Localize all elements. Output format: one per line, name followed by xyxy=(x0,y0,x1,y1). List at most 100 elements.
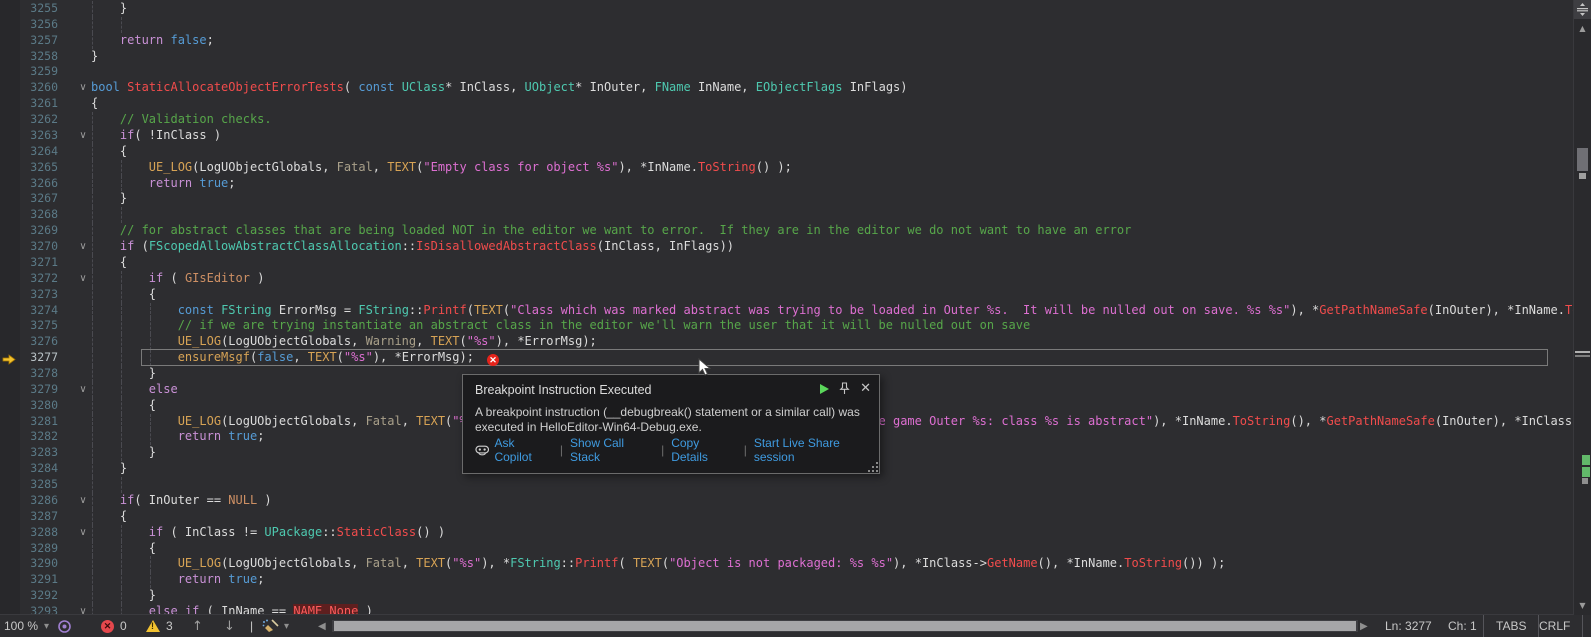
mouse-cursor-icon xyxy=(698,358,711,377)
line-ending-toggle[interactable]: CRLF xyxy=(1527,615,1583,637)
code-token xyxy=(214,303,221,317)
start-live-share-link[interactable]: Start Live Share session xyxy=(754,436,879,464)
vertical-scrollbar-thumb[interactable] xyxy=(1577,148,1588,171)
code-line[interactable]: 3292 } xyxy=(0,588,1574,604)
code-line[interactable]: 3269 // for abstract classes that are be… xyxy=(0,223,1574,239)
code-line[interactable]: 3262 // Validation checks. xyxy=(0,112,1574,128)
code-line[interactable]: 3261{ xyxy=(0,96,1574,112)
code-line[interactable]: 3268 xyxy=(0,207,1574,223)
collapse-chevron-icon[interactable]: ∨ xyxy=(76,239,90,255)
code-line[interactable]: 3264 { xyxy=(0,144,1574,160)
code-line[interactable]: 3287 { xyxy=(0,509,1574,525)
code-token xyxy=(394,80,401,94)
previous-issue-button[interactable]: ↑ xyxy=(192,615,203,637)
zoom-control[interactable]: 100 % ▾ xyxy=(4,615,49,637)
code-line[interactable]: 3265 UE_LOG(LogUObjectGlobals, Fatal, TE… xyxy=(0,160,1574,176)
code-line[interactable]: 3256 xyxy=(0,17,1574,33)
code-line[interactable]: 3274 const FString ErrorMsg = FString::P… xyxy=(0,303,1574,319)
code-line[interactable]: 3285 xyxy=(0,477,1574,493)
code-line[interactable]: 3276 UE_LOG(LogUObjectGlobals, Warning, … xyxy=(0,334,1574,350)
code-token: ; xyxy=(257,429,264,443)
code-text: { xyxy=(91,144,127,160)
breakpoint-error-icon[interactable]: ✕ xyxy=(487,354,499,366)
collapse-chevron-icon[interactable]: ∨ xyxy=(76,271,90,287)
line-indicator[interactable]: Ln: 3277 xyxy=(1385,615,1432,637)
code-line[interactable]: 3266 return true; xyxy=(0,176,1574,192)
collapse-chevron-icon[interactable]: ∨ xyxy=(76,493,90,509)
line-number: 3257 xyxy=(18,33,58,49)
code-text: ensureMsgf(false, TEXT("%s"), *ErrorMsg)… xyxy=(91,350,499,366)
vertical-scrollbar[interactable]: ▲ ▼ xyxy=(1573,0,1591,615)
link-separator: | xyxy=(661,443,664,457)
code-token: TEXT xyxy=(474,303,503,317)
code-line[interactable]: 3258} xyxy=(0,49,1574,65)
column-indicator[interactable]: Ch: 1 xyxy=(1448,615,1477,637)
show-call-stack-link[interactable]: Show Call Stack xyxy=(570,436,654,464)
next-issue-button[interactable]: ↓ xyxy=(224,615,235,637)
pin-icon[interactable] xyxy=(839,382,850,395)
code-token: ), *InName. xyxy=(1153,414,1232,428)
line-number: 3287 xyxy=(18,509,58,525)
code-token: "%s" xyxy=(467,334,496,348)
code-line[interactable]: 3267 } xyxy=(0,191,1574,207)
scroll-down-button[interactable]: ▼ xyxy=(1574,601,1591,610)
line-number: 3262 xyxy=(18,112,58,128)
code-line[interactable]: 3255 } xyxy=(0,1,1574,17)
code-token: ), *ErrorMsg); xyxy=(373,350,474,364)
code-line[interactable]: 3291 return true; xyxy=(0,572,1574,588)
code-token: FString xyxy=(510,556,561,570)
collapse-chevron-icon[interactable]: ∨ xyxy=(76,80,90,96)
code-token: TEXT xyxy=(633,556,662,570)
code-line[interactable]: 3288∨ if ( InClass != UPackage::StaticCl… xyxy=(0,525,1574,541)
code-line[interactable]: 3260∨bool StaticAllocateObjectErrorTests… xyxy=(0,80,1574,96)
code-cleanup-button[interactable]: ▾ xyxy=(262,615,289,637)
copy-details-link[interactable]: Copy Details xyxy=(671,436,736,464)
code-line[interactable]: 3275 // if we are trying instantiate an … xyxy=(0,318,1574,334)
warning-count: 3 xyxy=(166,619,173,633)
code-token: ), *InName. xyxy=(618,160,697,174)
code-token: } xyxy=(120,461,127,475)
hscroll-right-button[interactable]: ▶ xyxy=(1360,615,1368,637)
line-number: 3278 xyxy=(18,366,58,382)
scroll-up-button[interactable]: ▲ xyxy=(1574,24,1591,33)
resize-grip[interactable] xyxy=(868,462,878,472)
collapse-chevron-icon[interactable]: ∨ xyxy=(76,525,90,541)
error-indicator[interactable]: ✕ 0 xyxy=(101,615,127,637)
collapse-chevron-icon[interactable]: ∨ xyxy=(76,128,90,144)
horizontal-scrollbar[interactable] xyxy=(332,620,1358,632)
warning-indicator[interactable]: 3 xyxy=(146,615,173,637)
continue-play-icon[interactable] xyxy=(820,384,829,394)
code-line[interactable]: 3290 UE_LOG(LogUObjectGlobals, Fatal, TE… xyxy=(0,556,1574,572)
ask-copilot-link[interactable]: Ask Copilot xyxy=(494,436,552,464)
code-line[interactable]: 3273 { xyxy=(0,287,1574,303)
split-editor-handle[interactable] xyxy=(1574,0,1591,19)
line-number: 3276 xyxy=(18,334,58,350)
code-editor-surface[interactable]: 3255 }32563257 return false;3258}3259326… xyxy=(0,0,1574,615)
code-line[interactable]: 3259 xyxy=(0,64,1574,80)
close-icon[interactable]: ✕ xyxy=(860,381,871,396)
intellisense-status-icon[interactable] xyxy=(57,615,72,637)
line-number: 3265 xyxy=(18,160,58,176)
code-line[interactable]: 3286∨ if( InOuter == NULL ) xyxy=(0,493,1574,509)
code-line[interactable]: 3270∨ if (FScopedAllowAbstractClassAlloc… xyxy=(0,239,1574,255)
code-line[interactable]: 3257 return false; xyxy=(0,33,1574,49)
horizontal-scrollbar-thumb[interactable] xyxy=(334,621,1356,631)
code-line[interactable]: 3289 { xyxy=(0,541,1574,557)
code-token: ), * xyxy=(481,556,510,570)
code-token: ()) ); xyxy=(1182,556,1225,570)
line-number: 3255 xyxy=(18,1,58,17)
hscroll-left-button[interactable]: ◀ xyxy=(318,615,326,637)
code-token: true xyxy=(228,429,257,443)
collapse-chevron-icon[interactable]: ∨ xyxy=(76,382,90,398)
line-number: 3281 xyxy=(18,414,58,430)
code-text: // Validation checks. xyxy=(91,112,272,128)
code-line[interactable]: 3277 ensureMsgf(false, TEXT("%s"), *Erro… xyxy=(0,350,1574,366)
code-token: ensureMsgf xyxy=(178,350,250,364)
arrow-left-icon: ◀ xyxy=(318,621,326,632)
code-line[interactable]: 3263∨ if( !InClass ) xyxy=(0,128,1574,144)
chevron-down-icon: ▾ xyxy=(44,621,49,632)
code-token: , xyxy=(402,556,416,570)
code-line[interactable]: 3272∨ if ( GIsEditor ) xyxy=(0,271,1574,287)
code-line[interactable]: 3271 { xyxy=(0,255,1574,271)
code-token: ( xyxy=(134,239,148,253)
